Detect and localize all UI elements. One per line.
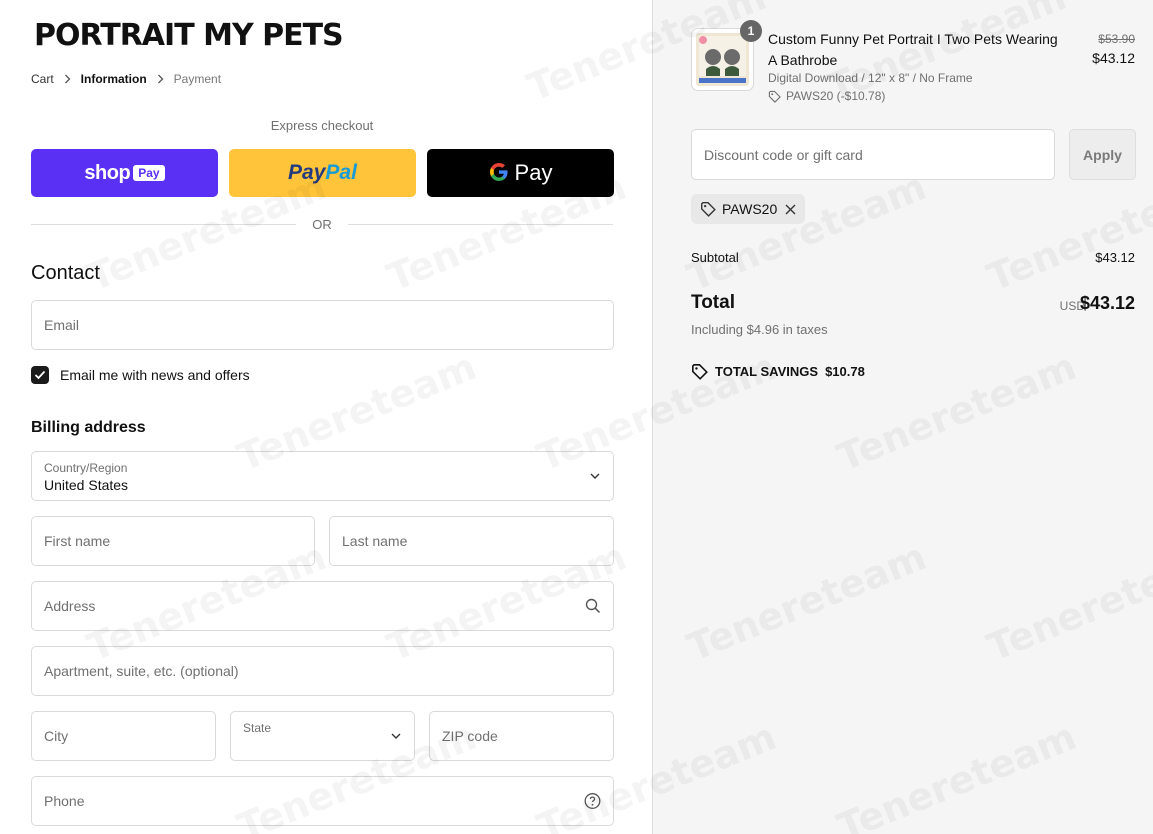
email-field[interactable]: Email [31, 300, 614, 350]
discount-code-input[interactable]: Discount code or gift card [691, 129, 1055, 180]
divider-line [347, 223, 613, 225]
checkout-form-panel: PORTRAIT MY PETS Cart Information Paymen… [0, 0, 652, 834]
search-icon [585, 598, 601, 614]
store-logo[interactable]: PORTRAIT MY PETS [34, 18, 344, 53]
total-savings: TOTAL SAVINGS $10.78 [691, 363, 865, 380]
divider-line [31, 223, 297, 225]
pet-portrait-image [696, 33, 749, 86]
or-label: OR [312, 216, 332, 232]
address-placeholder: Address [44, 598, 96, 614]
product-discount: PAWS20 (-$10.78) [768, 89, 885, 103]
taxes-note: Including $4.96 in taxes [691, 322, 828, 337]
apartment-placeholder: Apartment, suite, etc. (optional) [44, 663, 239, 679]
paypal-wordmark-part2: Pal [325, 161, 357, 184]
shop-pay-wordmark: shop [84, 161, 131, 184]
product-thumbnail: 1 [691, 20, 762, 91]
state-select[interactable]: State [230, 711, 415, 761]
paypal-wordmark-part1: Pay [288, 161, 326, 184]
chevron-right-icon [157, 74, 164, 84]
breadcrumb-information: Information [80, 72, 147, 86]
address-field[interactable]: Address [31, 581, 614, 631]
newsletter-checkbox[interactable] [31, 366, 49, 384]
close-icon[interactable] [785, 204, 796, 215]
discount-placeholder: Discount code or gift card [704, 146, 863, 163]
google-pay-wordmark: Pay [514, 160, 553, 185]
product-discount-text: PAWS20 (-$10.78) [786, 89, 886, 103]
newsletter-option[interactable]: Email me with news and offers [31, 366, 250, 384]
or-divider: OR [31, 215, 613, 233]
subtotal-label: Subtotal [691, 250, 739, 265]
google-pay-button[interactable]: Pay [427, 149, 614, 197]
total-label: Total [691, 292, 735, 313]
checkmark-icon [34, 370, 46, 380]
savings-value: $10.78 [825, 364, 865, 379]
help-icon[interactable] [584, 793, 601, 810]
subtotal-value: $43.12 [1095, 250, 1135, 265]
zip-field[interactable]: ZIP code [429, 711, 614, 761]
total-value: $43.12 [1079, 293, 1135, 313]
quantity-badge: 1 [740, 20, 762, 42]
chevron-down-icon [390, 732, 402, 740]
phone-field[interactable]: Phone [31, 776, 614, 826]
chevron-right-icon [64, 74, 71, 84]
city-field[interactable]: City [31, 711, 216, 761]
shop-pay-badge: Pay [133, 165, 165, 181]
tag-icon [701, 202, 716, 217]
discount-tag: PAWS20 [691, 194, 806, 224]
paypal-button[interactable]: Pay Pal [229, 149, 416, 197]
product-variant: Digital Download / 12" x 8" / No Frame [768, 71, 973, 85]
billing-heading: Billing address [31, 419, 146, 436]
tag-icon [768, 90, 781, 103]
country-select[interactable]: Country/Region United States [31, 451, 614, 501]
google-g-icon [489, 162, 509, 185]
phone-placeholder: Phone [44, 793, 85, 809]
city-placeholder: City [44, 728, 69, 744]
original-price: $53.90 [1098, 32, 1135, 46]
breadcrumb-payment: Payment [173, 72, 222, 86]
product-title: Custom Funny Pet Portrait I Two Pets Wea… [768, 31, 1058, 68]
contact-heading: Contact [31, 262, 100, 284]
savings-label: TOTAL SAVINGS [715, 364, 819, 379]
last-name-field[interactable]: Last name [329, 516, 614, 566]
apply-button[interactable]: Apply [1069, 129, 1136, 180]
first-name-placeholder: First name [44, 533, 111, 549]
country-value: United States [44, 477, 129, 493]
zip-placeholder: ZIP code [442, 728, 498, 744]
breadcrumb: Cart Information Payment [31, 72, 221, 86]
email-placeholder: Email [44, 317, 80, 333]
apartment-field[interactable]: Apartment, suite, etc. (optional) [31, 646, 614, 696]
order-summary-panel [652, 0, 1153, 834]
tag-icon [692, 364, 708, 380]
product-price: $43.12 [1092, 50, 1135, 66]
discount-tag-label: PAWS20 [722, 201, 778, 217]
newsletter-label: Email me with news and offers [60, 367, 250, 383]
shop-pay-button[interactable]: shop Pay [31, 149, 218, 197]
state-label: State [243, 721, 272, 735]
breadcrumb-cart[interactable]: Cart [31, 72, 54, 86]
last-name-placeholder: Last name [342, 533, 408, 549]
first-name-field[interactable]: First name [31, 516, 315, 566]
express-checkout-label: Express checkout [270, 118, 374, 133]
country-label: Country/Region [44, 461, 128, 475]
chevron-down-icon [589, 472, 601, 480]
